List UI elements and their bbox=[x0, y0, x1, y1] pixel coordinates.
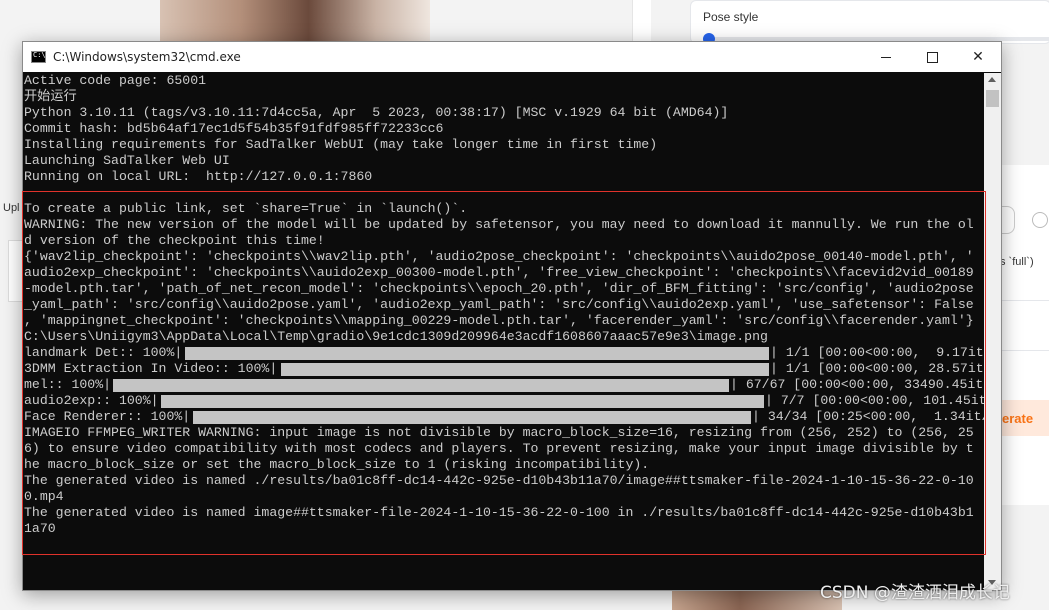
console-line: audio2exp_checkpoint': 'checkpoints\\aui… bbox=[24, 265, 974, 280]
console-line: The generated video is named image##ttsm… bbox=[24, 505, 974, 520]
console-line: The generated video is named ./results/b… bbox=[24, 473, 974, 488]
console-line: IMAGEIO FFMPEG_WRITER WARNING: input ima… bbox=[24, 425, 974, 440]
close-icon: ✕ bbox=[972, 49, 984, 65]
progress-stats: | 7/7 [00:00<00:00, 101.45it/s] bbox=[765, 393, 985, 408]
console-line: , 'mappingnet_checkpoint': 'checkpoints\… bbox=[24, 313, 974, 328]
progress-line: mel:: 100%| | 67/67 [00:00<00:00, 33490.4… bbox=[24, 377, 985, 393]
progress-label: 3DMM Extraction In Video:: 100%| bbox=[24, 361, 278, 376]
maximize-button[interactable] bbox=[909, 42, 955, 72]
progress-stats: | 1/1 [00:00<00:00, 28.57it/s] bbox=[770, 361, 985, 376]
console-line: Running on local URL: http://127.0.0.1:7… bbox=[24, 169, 373, 184]
console-line: _yaml_path': 'src/config\\auido2pose.yam… bbox=[24, 297, 974, 312]
progress-label: landmark Det:: 100%| bbox=[24, 345, 183, 360]
console-line: To create a public link, set `share=True… bbox=[24, 201, 468, 216]
progress-line: 3DMM Extraction In Video:: 100%| | 1/1 [0… bbox=[24, 361, 985, 377]
terminal-icon bbox=[31, 51, 46, 63]
console-line: 0.mp4 bbox=[24, 489, 64, 504]
background-option-text: s `full`) bbox=[1000, 256, 1034, 268]
window-title: C:\Windows\system32\cmd.exe bbox=[53, 50, 241, 64]
window-titlebar[interactable]: C:\Windows\system32\cmd.exe ✕ bbox=[23, 42, 1001, 72]
console-line: he macro_block_size or set the macro_blo… bbox=[24, 457, 650, 472]
minimize-icon bbox=[881, 56, 891, 58]
background-radio-button[interactable] bbox=[1032, 212, 1048, 228]
console-line: Active code page: 65001 bbox=[24, 73, 207, 88]
progress-bar-fill bbox=[185, 347, 769, 360]
progress-line: audio2exp:: 100%| | 7/7 [00:00<00:00, 101… bbox=[24, 393, 985, 409]
progress-bar-fill bbox=[113, 379, 729, 392]
pose-style-label: Pose style bbox=[703, 10, 759, 24]
close-button[interactable]: ✕ bbox=[955, 42, 1001, 72]
progress-bar-fill bbox=[281, 363, 769, 376]
console-line: WARNING: The new version of the model wi… bbox=[24, 217, 974, 232]
progress-label: mel:: 100%| bbox=[24, 377, 112, 392]
progress-stats: | 34/34 [00:25<00:00, 1.34it/s] bbox=[752, 409, 985, 424]
console-line: d version of the checkpoint this time! bbox=[24, 233, 325, 248]
minimize-button[interactable] bbox=[863, 42, 909, 72]
progress-stats: | 1/1 [00:00<00:00, 9.17it/s] bbox=[770, 345, 985, 360]
console-line: Launching SadTalker Web UI bbox=[24, 153, 230, 168]
console-line: 开始运行 bbox=[24, 89, 77, 104]
generate-button[interactable]: erate bbox=[1000, 400, 1049, 436]
background-radio-option[interactable] bbox=[1000, 206, 1015, 234]
console-line: Commit hash: bd5b64af17ec1d5f54b35f91fdf… bbox=[24, 121, 444, 136]
console-line: Python 3.10.11 (tags/v3.10.11:7d4cc5a, A… bbox=[24, 105, 729, 120]
background-panel-edge bbox=[632, 0, 651, 42]
console-line: -model.pth.tar', 'path_of_net_recon_mode… bbox=[24, 281, 974, 296]
progress-label: audio2exp:: 100%| bbox=[24, 393, 159, 408]
console-line: 1a70 bbox=[24, 521, 56, 536]
console-line: Installing requirements for SadTalker We… bbox=[24, 137, 658, 152]
console-line: 6) to ensure video compatibility with mo… bbox=[24, 441, 974, 456]
background-divider bbox=[1000, 350, 1049, 351]
scroll-up-arrow-icon[interactable] bbox=[988, 77, 996, 82]
scrollbar-thumb[interactable] bbox=[986, 90, 999, 107]
progress-line: Face Renderer:: 100%| | 34/34 [00:25<00:0… bbox=[24, 409, 985, 425]
background-portrait-image bbox=[160, 0, 430, 42]
progress-line: landmark Det:: 100%| | 1/1 [00:00<00:00, … bbox=[24, 345, 985, 361]
background-result-image bbox=[672, 588, 842, 610]
console-output[interactable]: Active code page: 65001 开始运行 Python 3.10.1… bbox=[23, 73, 985, 590]
progress-stats: | 67/67 [00:00<00:00, 33490.45it/s] bbox=[730, 377, 985, 392]
console-scrollbar[interactable] bbox=[984, 73, 1001, 590]
csdn-watermark: CSDN @渣渣洒泪成长记 bbox=[820, 583, 1010, 603]
console-line: C:\Users\Uniigym3\AppData\Local\Temp\gra… bbox=[24, 329, 768, 344]
progress-bar-fill bbox=[193, 411, 751, 424]
background-divider bbox=[1000, 300, 1049, 301]
progress-bar-fill bbox=[161, 395, 764, 408]
maximize-icon bbox=[926, 51, 938, 63]
cmd-window: C:\Windows\system32\cmd.exe ✕ Active cod… bbox=[22, 41, 1002, 591]
console-line: {'wav2lip_checkpoint': 'checkpoints\\wav… bbox=[24, 249, 974, 264]
upload-tab-fragment[interactable]: Upl bbox=[3, 202, 20, 214]
progress-label: Face Renderer:: 100%| bbox=[24, 409, 191, 424]
background-left-box bbox=[8, 240, 23, 302]
